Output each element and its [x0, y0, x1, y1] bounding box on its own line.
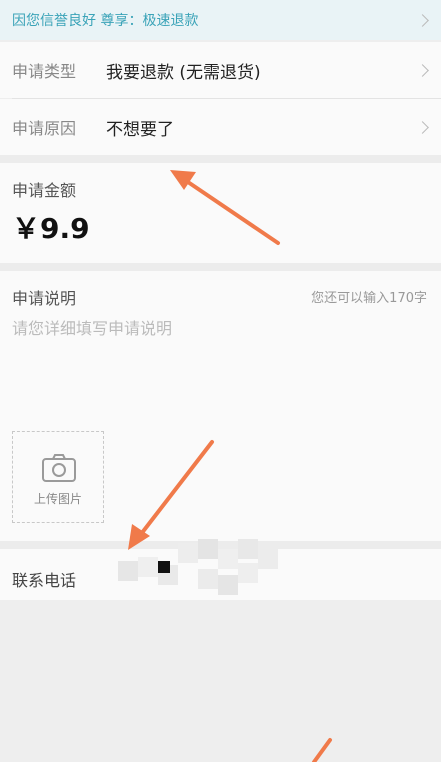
refund-type-value: 我要退款 (无需退货) — [106, 62, 261, 83]
section-gap — [0, 263, 441, 271]
amount-value: ￥9.9 — [12, 212, 90, 245]
camera-icon — [42, 454, 76, 482]
section-gap — [0, 155, 441, 163]
refund-reason-value: 不想要了 — [106, 119, 174, 140]
refund-reason-row[interactable]: 申请原因 不想要了 — [0, 99, 441, 155]
chevron-right-icon — [416, 13, 429, 27]
chevron-right-icon — [416, 120, 429, 134]
upload-image-button[interactable]: 上传图片 — [12, 431, 104, 523]
chevron-right-icon — [416, 63, 429, 77]
contact-phone-label: 联系电话 — [12, 571, 77, 590]
description-input[interactable]: 请您详细填写申请说明 — [12, 315, 422, 405]
refund-type-row[interactable]: 申请类型 我要退款 (无需退货) — [0, 42, 441, 98]
description-char-counter: 您还可以输入170字 — [311, 291, 427, 306]
amount-section: 申请金额 ￥9.9 — [0, 163, 441, 263]
contact-phone-row[interactable]: 联系电话 — [0, 539, 441, 600]
empty-area — [0, 600, 441, 762]
refund-type-label: 申请类型 — [12, 62, 77, 81]
description-section: 申请说明 您还可以输入170字 请您详细填写申请说明 上传图片 — [0, 271, 441, 541]
refund-reason-label: 申请原因 — [12, 119, 77, 138]
description-label: 申请说明 — [12, 289, 77, 308]
upload-image-label: 上传图片 — [33, 492, 82, 506]
phone-number-redacted — [108, 539, 283, 609]
banner-text: 因您信誉良好 尊享：极速退款 — [12, 13, 199, 29]
fast-refund-banner[interactable]: 因您信誉良好 尊享：极速退款 — [0, 0, 441, 40]
amount-label: 申请金额 — [12, 181, 77, 200]
